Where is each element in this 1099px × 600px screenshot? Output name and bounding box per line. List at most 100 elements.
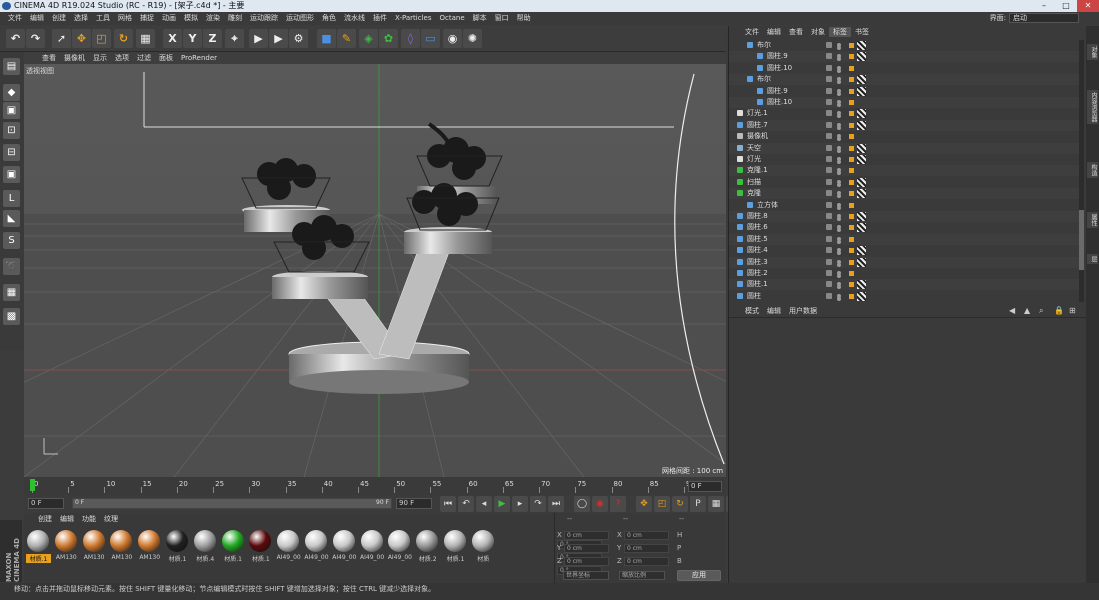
axis-mode-button[interactable]: ◣ (3, 210, 20, 227)
coord-value-field[interactable]: 0 cm (564, 531, 609, 540)
object-row[interactable]: 灯光.1 (729, 108, 1079, 119)
coordinate-system-button[interactable]: ⌖ (225, 29, 244, 48)
pla-key-button[interactable]: ▦ (708, 496, 724, 512)
material-menu-item[interactable]: 功能 (78, 514, 100, 524)
coord-value-field[interactable]: 0 cm (564, 557, 609, 566)
menu-item[interactable]: 选择 (70, 12, 92, 25)
menu-item[interactable]: 捕捉 (136, 12, 158, 25)
render-visibility-dot[interactable] (837, 239, 841, 244)
material-menu-item[interactable]: 编辑 (56, 514, 78, 524)
menu-item[interactable]: 窗口 (491, 12, 513, 25)
pen-button[interactable]: ✎ (337, 29, 356, 48)
next-key-button[interactable]: ↷ (530, 496, 546, 512)
param-key-button[interactable]: P (690, 496, 706, 512)
menu-item[interactable]: 插件 (369, 12, 391, 25)
render-settings-button[interactable]: ⚙ (289, 29, 308, 48)
rotate-key-button[interactable]: ↻ (672, 496, 688, 512)
x-axis-button[interactable]: X (163, 29, 182, 48)
material-swatch[interactable]: 材质 (471, 530, 496, 570)
object-manager-menu-item[interactable]: 标签 (829, 27, 851, 37)
light-button[interactable]: ✺ (463, 29, 482, 48)
viewport-menu-item[interactable]: 查看 (38, 52, 60, 64)
workplane-button[interactable]: ▦ (3, 284, 20, 301)
scale-key-button[interactable]: ◰ (654, 496, 670, 512)
object-enable-toggle[interactable] (826, 53, 832, 60)
timeline-ruler[interactable]: 0510152025303540455055606570758085900 F (24, 477, 726, 495)
object-enable-toggle[interactable] (826, 76, 832, 83)
maximize-button[interactable]: □ (1055, 0, 1077, 12)
object-row[interactable]: 布尔 (729, 74, 1079, 86)
material-swatch[interactable]: AI49_00 (387, 530, 412, 570)
render-visibility-dot[interactable] (837, 217, 841, 221)
select-arrow-button[interactable]: ➚ (52, 29, 71, 48)
subdivision-button[interactable]: ◈ (359, 29, 378, 48)
object-enable-toggle[interactable] (826, 121, 832, 128)
texture-mode-button[interactable]: ▣ (3, 102, 20, 119)
material-swatch[interactable]: AM130 (82, 530, 107, 570)
cube-button[interactable]: ■ (317, 29, 336, 48)
coord-value-field[interactable]: 0 cm (624, 531, 669, 540)
object-row[interactable]: 圆柱.5 (729, 233, 1079, 245)
material-tag-icon[interactable] (857, 155, 866, 164)
viewport-menu-item[interactable]: 摄像机 (60, 52, 89, 64)
scale-mode-select[interactable]: 缩放比例 (619, 571, 665, 580)
phong-tag-icon[interactable] (849, 65, 854, 71)
render-view-button[interactable]: ▶ (249, 29, 268, 48)
material-tag-icon[interactable] (857, 280, 866, 290)
object-enable-toggle[interactable] (826, 87, 832, 94)
material-swatch[interactable]: 材质.4 (193, 530, 218, 570)
record-button[interactable]: ◉ (592, 496, 608, 512)
phong-tag-icon[interactable] (849, 179, 854, 185)
object-row[interactable]: 圆柱 (729, 291, 1079, 302)
render-visibility-dot[interactable] (837, 114, 841, 119)
render-picture-queue-button[interactable]: ▶ (269, 29, 288, 48)
object-enable-toggle[interactable] (826, 292, 832, 299)
render-visibility-dot[interactable] (837, 160, 841, 164)
material-tag-icon[interactable] (857, 257, 866, 267)
scale-button[interactable]: ◰ (92, 29, 111, 48)
phong-tag-icon[interactable] (849, 111, 854, 117)
magnet-button[interactable]: ➰ (3, 258, 20, 275)
object-row[interactable]: 圆柱.10 (729, 63, 1079, 74)
viewport-menu-item[interactable]: 显示 (89, 52, 111, 64)
phong-tag-icon[interactable] (849, 54, 854, 60)
object-list-scrollbar[interactable] (1079, 40, 1084, 302)
material-tag-icon[interactable] (857, 41, 866, 50)
phong-tag-icon[interactable] (849, 122, 854, 128)
object-row[interactable]: 圆柱.6 (729, 222, 1079, 233)
menu-item[interactable]: 雕刻 (224, 12, 246, 25)
side-tab[interactable]: 构造 (1087, 162, 1098, 178)
viewport-menu-item[interactable]: 过滤 (133, 52, 155, 64)
object-row[interactable]: 克隆.1 (729, 165, 1079, 177)
phong-tag-icon[interactable] (849, 191, 854, 197)
playhead[interactable] (30, 479, 35, 491)
render-visibility-dot[interactable] (837, 182, 841, 187)
floor-button[interactable]: ▭ (421, 29, 440, 48)
object-enable-toggle[interactable] (826, 144, 832, 151)
material-tag-icon[interactable] (857, 177, 866, 187)
object-row[interactable]: 克隆 (729, 188, 1079, 200)
object-row[interactable]: 天空 (729, 142, 1079, 154)
material-tag-icon[interactable] (857, 212, 866, 221)
object-row[interactable]: 圆柱.8 (729, 211, 1079, 222)
object-enable-toggle[interactable] (826, 156, 832, 162)
phong-tag-icon[interactable] (849, 145, 854, 151)
model-mode-button[interactable]: ▤ (3, 58, 20, 75)
up-arrow-icon[interactable]: ▲ (1020, 306, 1034, 315)
material-tag-icon[interactable] (857, 291, 866, 301)
render-visibility-dot[interactable] (837, 68, 841, 73)
menu-item[interactable]: Octane (435, 12, 468, 25)
menu-item[interactable]: 运动图形 (282, 12, 318, 25)
material-tag-icon[interactable] (857, 86, 866, 96)
move-key-button[interactable]: ✥ (636, 496, 652, 512)
menu-item[interactable]: 帮助 (513, 12, 535, 25)
render-visibility-dot[interactable] (837, 137, 841, 142)
layer-button[interactable]: ▩ (3, 308, 20, 325)
layout-select[interactable]: 启动 (1009, 13, 1079, 23)
attribute-menu-item[interactable]: 编辑 (763, 306, 785, 316)
array-button[interactable]: ✿ (379, 29, 398, 48)
render-visibility-dot[interactable] (837, 251, 841, 256)
search-icon[interactable]: ⌕ (1035, 306, 1047, 316)
object-manager-menu-item[interactable]: 文件 (741, 27, 763, 37)
phong-tag-icon[interactable] (849, 202, 854, 208)
